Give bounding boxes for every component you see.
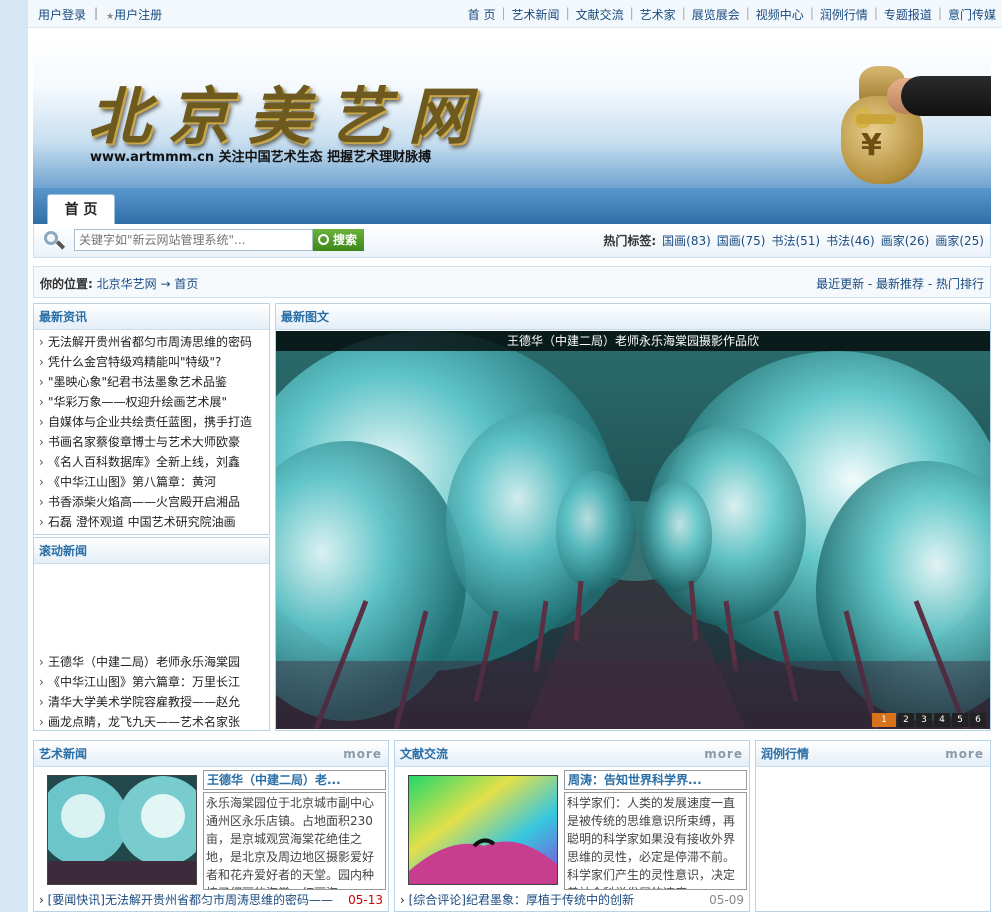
slide-pager: 1 2 3 4 5 6 <box>872 713 986 727</box>
hot-tag[interactable]: 画家(26) <box>881 232 930 249</box>
art-news-link[interactable]: [要闻快讯]无法解开贵州省都匀市周涛思维的密码—— <box>48 893 333 907</box>
list-item[interactable]: 无法解开贵州省都匀市周涛思维的密码 <box>38 332 265 352</box>
slide-page-button[interactable]: 1 <box>872 713 896 727</box>
list-item[interactable]: "华彩万象——权迎升绘画艺术展" <box>38 392 265 412</box>
sleeve <box>901 76 991 116</box>
list-item[interactable]: 《中华江山图》第八篇章：黄河 <box>38 472 265 492</box>
list-item[interactable]: 《中华江山图》第六篇章：万里长江 <box>38 672 265 692</box>
hot-tags-label: 热门标签: <box>603 234 657 248</box>
orchard-photo <box>276 331 990 729</box>
latest-news-title: 最新资讯 <box>34 304 269 330</box>
latest-news-panel: 最新资讯 无法解开贵州省都匀市周涛思维的密码 凭什么金宫特级鸡精能叫"特级"? … <box>33 303 270 535</box>
slide-caption[interactable]: 王德华（中建二局）老师永乐海棠园摄影作品欣 <box>276 331 990 351</box>
docs-thumbnail[interactable] <box>408 775 558 885</box>
art-news-thumbnail[interactable] <box>47 775 197 885</box>
tab-home[interactable]: 首 页 <box>47 194 115 224</box>
slide-page-button[interactable]: 4 <box>934 713 950 727</box>
docs-link[interactable]: [综合评论]纪君墨象：厚植于传统中的创新 <box>409 893 634 907</box>
scroll-news-panel: 滚动新闻 王德华（中建二局）老师永乐海棠园 《中华江山图》第六篇章：万里长江 清… <box>33 537 270 732</box>
site-banner: 北京美艺网 www.artmmm.cn 关注中国艺术生态 把握艺术理财脉搏 ¥ <box>33 36 991 188</box>
slide-page-button[interactable]: 6 <box>970 713 986 727</box>
nav-media[interactable]: 意门传媒 <box>942 6 1002 23</box>
list-item[interactable]: 凭什么金宫特级鸡精能叫"特级"? <box>38 352 265 372</box>
prices-title: 润例行情 <box>761 747 810 761</box>
page: 用户登录 | ★用户注册 首 页 | 艺术新闻 | 文献交流 | 艺术家 | 展览展会 |… <box>28 0 1002 912</box>
nav-docs[interactable]: 文献交流 <box>570 6 630 23</box>
featured-slideshow[interactable]: 王德华（中建二局）老师永乐海棠园摄影作品欣 1 2 3 4 5 6 <box>276 331 990 729</box>
search-bar: 搜索 热门标签: 国画(83) 国画(75) 书法(51) 书法(46) 画家(… <box>33 224 991 258</box>
list-item[interactable]: 王德华（中建二局）老师永乐海棠园 <box>38 652 265 672</box>
yen-symbol: ¥ <box>861 128 882 163</box>
nav-artists[interactable]: 艺术家 <box>634 6 682 23</box>
search-button[interactable]: 搜索 <box>313 229 364 251</box>
list-bullet: › <box>39 893 48 907</box>
hot-tag[interactable]: 国画(75) <box>717 232 766 249</box>
hot-tags: 热门标签: 国画(83) 国画(75) 书法(51) 书法(46) 画家(26)… <box>603 232 984 249</box>
magnifier-icon <box>42 230 66 250</box>
register-link[interactable]: ★用户注册 <box>106 6 162 23</box>
nav-home[interactable]: 首 页 <box>462 6 502 23</box>
art-news-panel: 艺术新闻 more 王德华（中建二局）老... 永乐海棠园位于北京城市副中心通州区… <box>33 740 389 912</box>
list-item[interactable]: 自媒体与企业共绘责任蓝图，携手打造 <box>38 412 265 432</box>
more-link[interactable]: more <box>343 741 382 767</box>
docs-panel: 文献交流 more 周涛：告知世界科学界... 科学家们：人类的发展速度一直是被传… <box>394 740 750 912</box>
news-date: 05-09 <box>709 893 744 907</box>
art-news-headline[interactable]: 王德华（中建二局）老... <box>203 770 386 790</box>
slide-page-button[interactable]: 5 <box>952 713 968 727</box>
key-shaft <box>856 114 896 124</box>
hot-tag[interactable]: 画家(25) <box>935 232 984 249</box>
slide-page-button[interactable]: 2 <box>898 713 914 727</box>
register-label: 用户注册 <box>114 8 163 22</box>
hot-tag[interactable]: 书法(46) <box>826 232 875 249</box>
prices-panel: 润例行情 more <box>755 740 991 912</box>
list-item[interactable]: "墨映心象"纪君书法墨象艺术品鉴 <box>38 372 265 392</box>
nav-special[interactable]: 专题报道 <box>878 6 938 23</box>
gallery-title: 最新图文 <box>276 304 990 330</box>
art-news-summary: 永乐海棠园位于北京城市副中心通州区永乐店镇。占地面积230亩，是京城观赏海棠花绝… <box>203 792 386 890</box>
breadcrumb-right-links[interactable]: 最近更新 - 最新推荐 - 热门排行 <box>816 275 984 292</box>
nav-art-news[interactable]: 艺术新闻 <box>506 6 566 23</box>
nav-prices[interactable]: 润例行情 <box>814 6 874 23</box>
docs-headline[interactable]: 周涛：告知世界科学界... <box>564 770 747 790</box>
list-item[interactable]: 石磊 澄怀观道 中国艺术研究院油画 <box>38 512 265 532</box>
star-icon: ★ <box>106 12 115 22</box>
more-link[interactable]: more <box>945 741 984 767</box>
main-nav: 首 页 <box>33 188 991 224</box>
nav-video[interactable]: 视频中心 <box>750 6 810 23</box>
site-tagline: www.artmmm.cn 关注中国艺术生态 把握艺术理财脉搏 <box>90 150 432 165</box>
divider: | <box>94 6 99 20</box>
search-input[interactable] <box>74 229 313 251</box>
list-item[interactable]: 《名人百科数据库》全新上线，刘鑫 <box>38 452 265 472</box>
docs-summary: 科学家们：人类的发展速度一直是被传统的思维意识所束缚，再聪明的科学家如果没有接收… <box>564 792 747 890</box>
art-news-title: 艺术新闻 <box>39 747 88 761</box>
list-item[interactable]: 书画名家蔡俊章博士与艺术大师欧豪 <box>38 432 265 452</box>
slide-page-button[interactable]: 3 <box>916 713 932 727</box>
top-bar: 用户登录 | ★用户注册 首 页 | 艺术新闻 | 文献交流 | 艺术家 | 展览展会 |… <box>28 0 1002 28</box>
breadcrumb-label: 你的位置: <box>40 277 93 291</box>
scroll-news-title: 滚动新闻 <box>34 538 269 564</box>
login-link[interactable]: 用户登录 <box>38 6 86 23</box>
list-item[interactable]: 书香添柴火焰高——火宫殿开启湘品 <box>38 492 265 512</box>
breadcrumb-site[interactable]: 北京华艺网 <box>97 277 157 291</box>
breadcrumb-arrow: → <box>160 277 171 291</box>
site-logo[interactable]: 北京美艺网 <box>88 66 488 156</box>
breadcrumb: 你的位置: 北京华艺网 → 首页 最近更新 - 最新推荐 - 热门排行 <box>33 266 991 298</box>
list-bullet: › <box>400 893 409 907</box>
hot-tag[interactable]: 书法(51) <box>771 232 820 249</box>
top-nav: 首 页 | 艺术新闻 | 文献交流 | 艺术家 | 展览展会 | 视频中心 | 润例行情 | … <box>462 6 1002 23</box>
news-date: 05-13 <box>348 893 383 907</box>
nav-exhibitions[interactable]: 展览展会 <box>686 6 746 23</box>
list-item[interactable]: 画龙点睛，龙飞九天——艺术名家张 <box>38 712 265 732</box>
breadcrumb-page[interactable]: 首页 <box>174 277 198 291</box>
more-link[interactable]: more <box>704 741 743 767</box>
list-item[interactable]: 清华大学美术学院容雇教授——赵允 <box>38 692 265 712</box>
docs-title: 文献交流 <box>400 747 449 761</box>
hot-tag[interactable]: 国画(83) <box>662 232 711 249</box>
